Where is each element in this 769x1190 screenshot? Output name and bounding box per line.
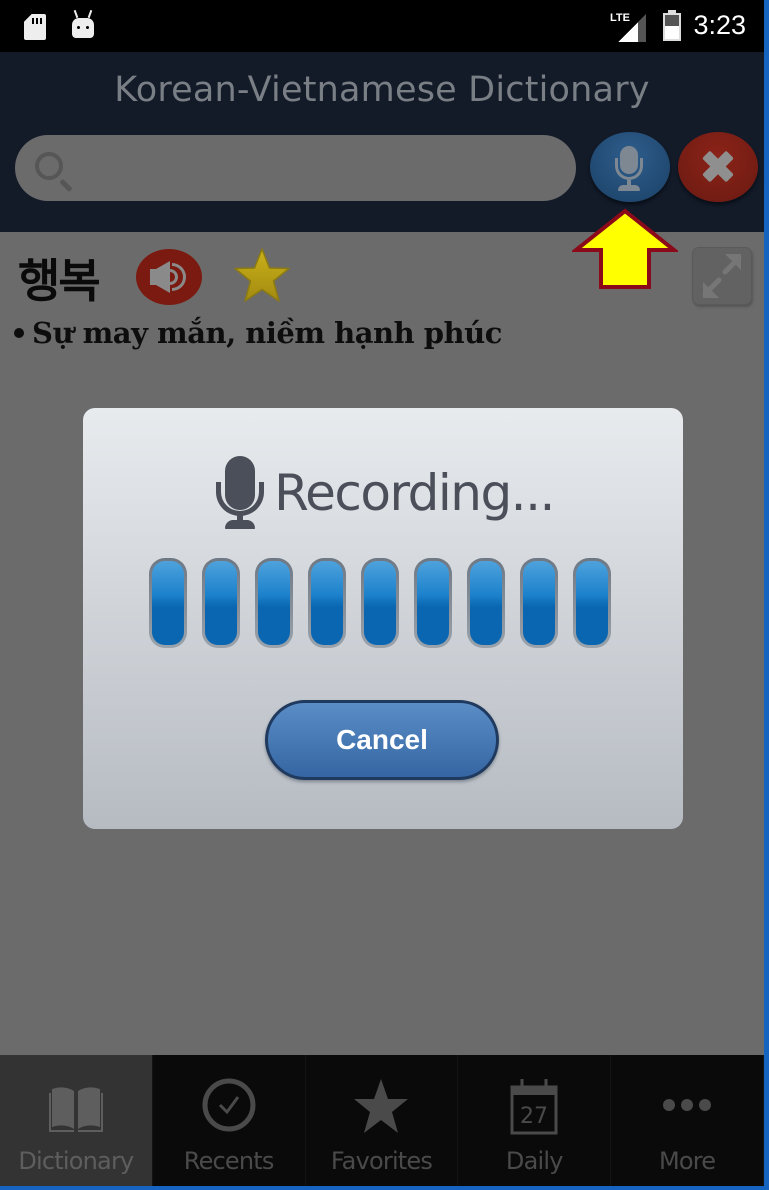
tab-label: Dictionary xyxy=(18,1147,134,1175)
level-bar xyxy=(573,558,611,648)
tab-label: Recents xyxy=(183,1147,275,1175)
level-bar xyxy=(308,558,346,648)
tab-more[interactable]: More xyxy=(611,1055,764,1186)
level-bar xyxy=(467,558,505,648)
app-title: Korean-Vietnamese Dictionary xyxy=(114,70,650,110)
android-antenna xyxy=(72,10,94,18)
audio-level-meter xyxy=(149,558,611,648)
signal-icon xyxy=(618,14,646,42)
book-icon xyxy=(48,1087,103,1132)
voice-search-button[interactable] xyxy=(590,132,670,202)
recording-header: Recording... xyxy=(83,456,683,530)
more-icon xyxy=(663,1099,712,1111)
level-bar xyxy=(520,558,558,648)
level-bar xyxy=(361,558,399,648)
cancel-button[interactable]: Cancel xyxy=(265,700,499,780)
clock-check-icon xyxy=(202,1078,256,1132)
favorite-star-button[interactable] xyxy=(232,247,292,305)
expand-icon xyxy=(702,254,742,298)
entry-actions xyxy=(18,243,318,313)
android-debug-icon xyxy=(72,18,94,38)
app-header: Korean-Vietnamese Dictionary xyxy=(0,52,764,232)
calendar-day: 27 xyxy=(520,1104,548,1129)
tab-recents[interactable]: Recents xyxy=(153,1055,306,1186)
pronounce-button[interactable] xyxy=(136,249,202,305)
bullet xyxy=(14,328,24,338)
search-input[interactable] xyxy=(85,135,565,201)
definition-text: Sự may mắn, niềm hạnh phúc xyxy=(32,316,502,350)
definition-item: Sự may mắn, niềm hạnh phúc xyxy=(14,316,502,350)
clear-search-button[interactable] xyxy=(678,132,758,202)
level-bar xyxy=(255,558,293,648)
status-bar: LTE 3:23 xyxy=(0,0,764,52)
microphone-base xyxy=(618,185,640,191)
tab-label: Daily xyxy=(505,1147,564,1175)
tab-favorites[interactable]: Favorites xyxy=(306,1055,459,1186)
level-bar xyxy=(414,558,452,648)
tab-dictionary[interactable]: Dictionary xyxy=(0,1055,153,1186)
tab-label: Favorites xyxy=(330,1147,433,1175)
recording-dialog: Recording... Cancel xyxy=(83,408,683,829)
app-screen: LTE 3:23 Korean-Vietnamese Dictionary 행복 xyxy=(0,0,764,1186)
level-bar xyxy=(149,558,187,648)
star-icon xyxy=(354,1079,409,1133)
microphone-icon xyxy=(212,456,268,530)
bottom-tab-bar: Dictionary Recents Favorites 27 Daily Mo… xyxy=(0,1055,764,1186)
calendar-icon: 27 xyxy=(510,1079,558,1135)
tab-label: More xyxy=(658,1147,716,1175)
expand-button[interactable] xyxy=(692,247,752,305)
level-bar xyxy=(202,558,240,648)
recording-title: Recording... xyxy=(274,464,555,522)
microphone-arc xyxy=(615,158,643,180)
clock: 3:23 xyxy=(693,10,746,40)
search-bar[interactable] xyxy=(15,135,576,201)
battery-charging-icon xyxy=(663,10,681,41)
search-icon xyxy=(35,152,63,180)
star-icon xyxy=(234,248,290,302)
tab-daily[interactable]: 27 Daily xyxy=(458,1055,612,1186)
sd-card-icon xyxy=(24,14,46,40)
up-arrow-icon xyxy=(572,208,678,289)
